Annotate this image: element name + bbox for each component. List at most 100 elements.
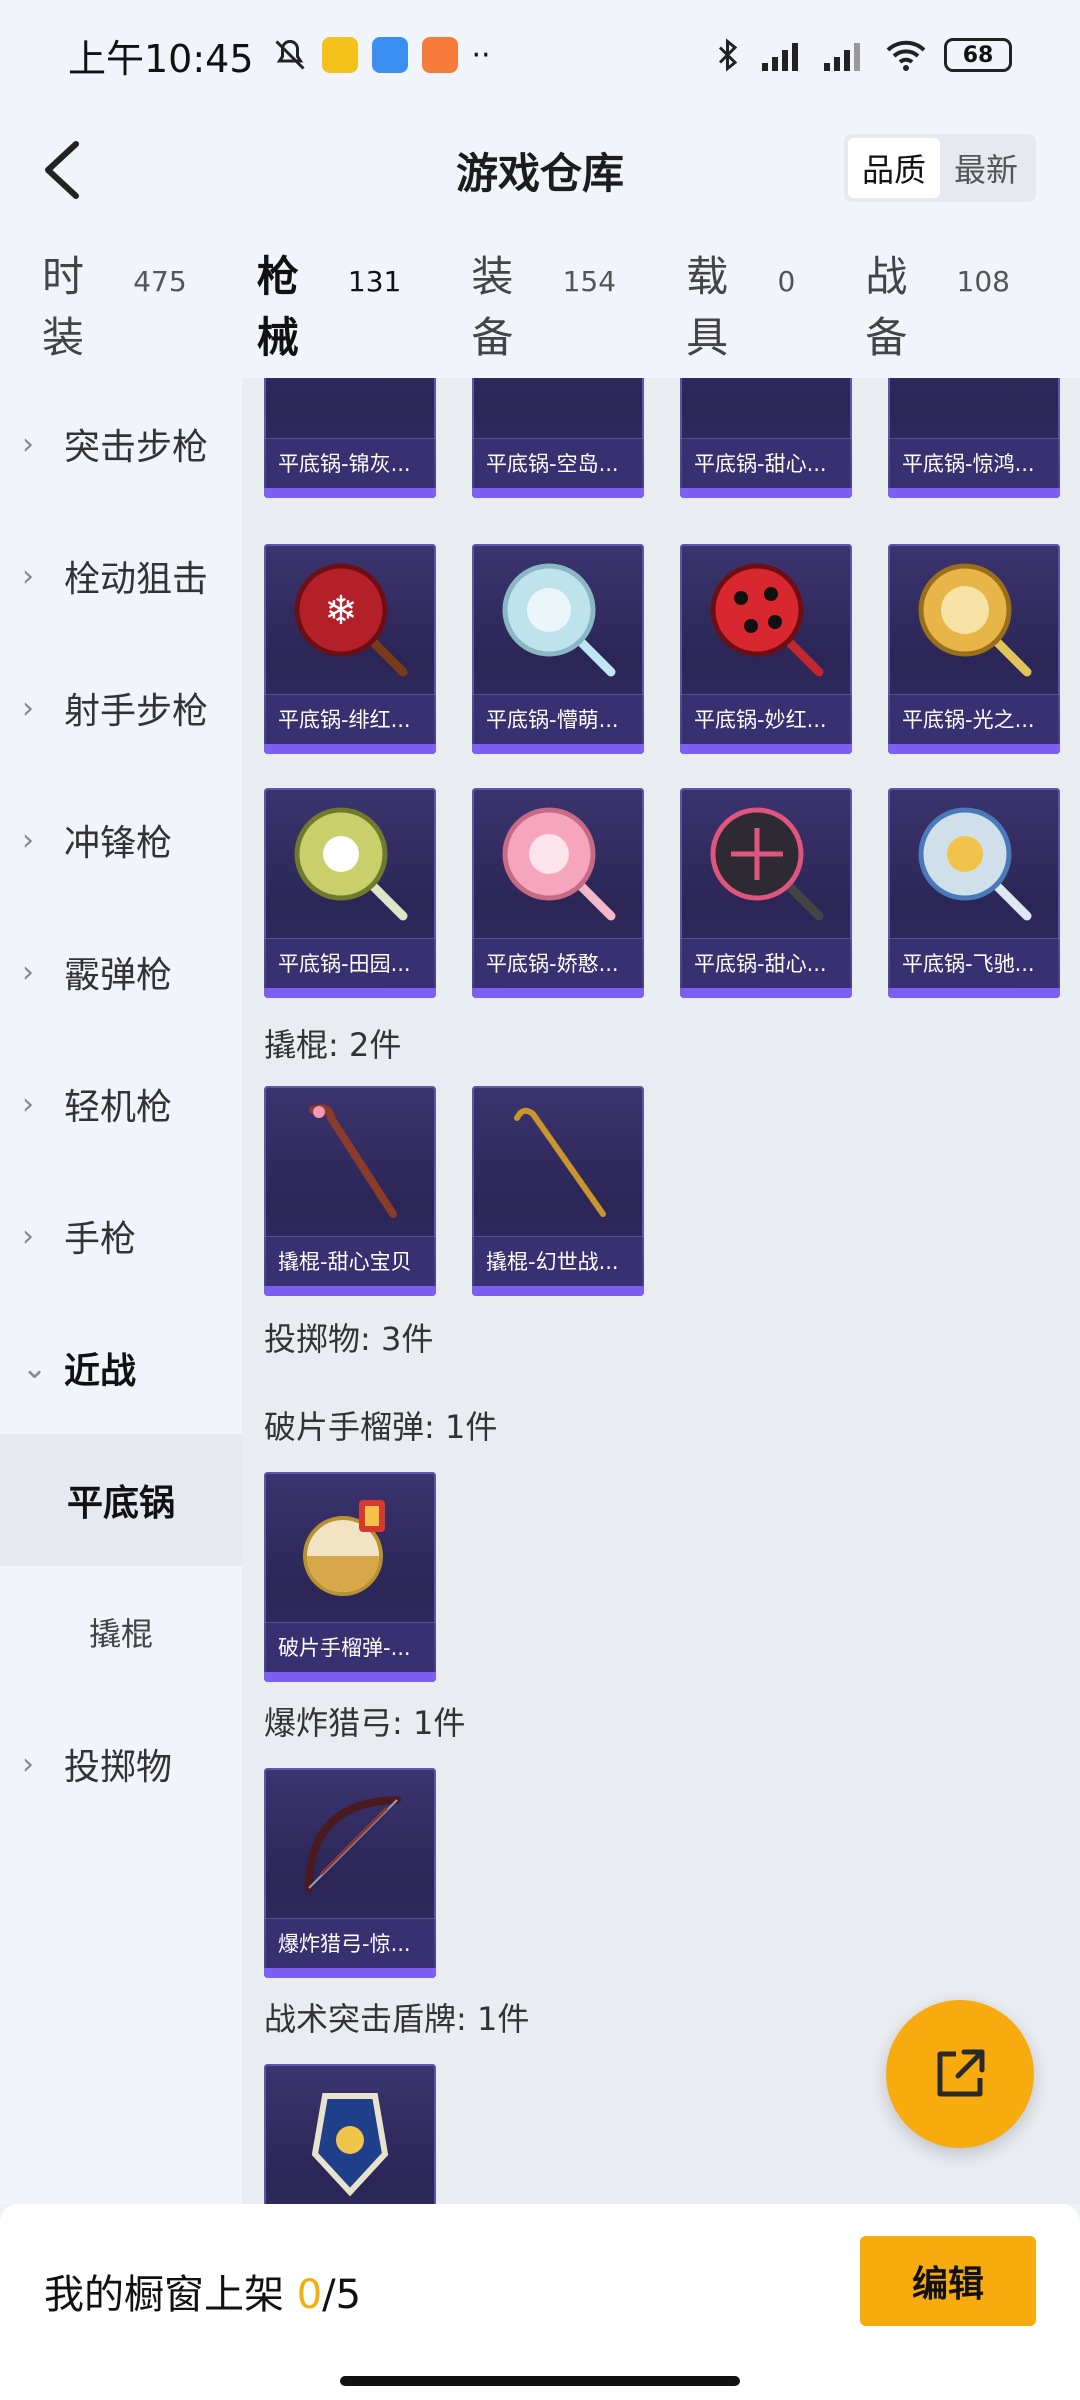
weapon-category-sidebar: › 突击步枪 › 栓动狙击 › 射手步枪 › 冲锋枪 › 霰弹枪 › 轻机枪 › 手枪 ⌄ 近战…	[0, 378, 242, 2204]
item-card[interactable]: 平底锅-甜心...	[680, 378, 852, 498]
sort-latest[interactable]: 最新	[940, 138, 1032, 198]
tab-count: 131	[347, 265, 402, 298]
section-heading-crowbar: 撬棍: 2件	[264, 1026, 402, 1064]
sidebar-item-label: 冲锋枪	[64, 823, 173, 864]
sidebar-item-marksman-rifle[interactable]: › 射手步枪	[0, 642, 242, 774]
sidebar-item-smg[interactable]: › 冲锋枪	[0, 774, 242, 906]
pan-icon	[264, 378, 436, 438]
back-button[interactable]	[24, 132, 100, 208]
item-card[interactable]: 撬棍-甜心宝贝	[264, 1086, 436, 1296]
showcase-total: /5	[322, 2272, 362, 2318]
tab-label: 枪械	[256, 252, 299, 362]
page-header: 游戏仓库 品质 最新	[0, 110, 1080, 230]
item-card[interactable]: 撬棍-幻世战...	[472, 1086, 644, 1296]
item-name: 平底锅-光之...	[888, 694, 1060, 744]
pan-icon	[888, 788, 1060, 938]
item-card[interactable]: 破片手榴弹-...	[264, 1472, 436, 1682]
pan-icon	[680, 788, 852, 938]
card-notification-icon	[371, 37, 408, 73]
sort-toggle: 品质 最新	[844, 134, 1036, 202]
showcase-label: 我的橱窗上架	[44, 2272, 284, 2318]
tab-supplies[interactable]: 战备 108	[865, 243, 1010, 365]
item-card[interactable]: 平底锅-甜心...	[680, 788, 852, 998]
chevron-right-icon: ›	[22, 1746, 34, 1782]
item-name: 破片手榴弹-...	[264, 1622, 436, 1672]
item-name: 平底锅-锦灰...	[264, 438, 436, 488]
status-time: 上午10:45	[68, 36, 254, 81]
sidebar-item-label: 射手步枪	[64, 691, 209, 732]
sidebar-item-throwables[interactable]: › 投掷物	[0, 1698, 242, 1830]
section-heading-frag-grenade: 破片手榴弹: 1件	[264, 1408, 498, 1446]
section-heading-assault-shield: 战术突击盾牌: 1件	[264, 2000, 530, 2038]
item-name: 平底锅-绯红...	[264, 694, 436, 744]
sidebar-item-melee[interactable]: ⌄ 近战	[0, 1302, 242, 1434]
item-card[interactable]: 平底锅-惊鸿...	[888, 378, 1060, 498]
share-external-icon	[937, 2049, 985, 2097]
item-card[interactable]: 平底锅-田园...	[264, 788, 436, 998]
item-card[interactable]: 爆炸猎弓-惊...	[264, 1768, 436, 1978]
item-card[interactable]: 平底锅-娇憨...	[472, 788, 644, 998]
item-card[interactable]: 平底锅-空岛...	[472, 378, 644, 498]
pan-icon	[680, 544, 852, 694]
wifi-icon	[886, 40, 926, 71]
battery-indicator: 68	[944, 38, 1012, 72]
share-button[interactable]	[886, 2000, 1034, 2148]
sidebar-item-assault-rifle[interactable]: › 突击步枪	[0, 378, 242, 510]
notification-icons: ··	[272, 37, 491, 73]
bow-icon	[264, 1768, 436, 1918]
more-notifications-icon: ··	[471, 37, 491, 73]
pan-icon	[888, 378, 1060, 438]
sidebar-item-label: 轻机枪	[64, 1087, 173, 1128]
sort-quality[interactable]: 品质	[848, 138, 940, 198]
sidebar-item-label: 投掷物	[64, 1747, 173, 1788]
edit-button[interactable]: 编辑	[860, 2236, 1036, 2326]
sidebar-item-pistol[interactable]: › 手枪	[0, 1170, 242, 1302]
item-card[interactable]: 平底锅-妙红...	[680, 544, 852, 754]
item-name: 撬棍-幻世战...	[472, 1236, 644, 1286]
pan-icon	[264, 788, 436, 938]
grenade-icon	[264, 1472, 436, 1622]
sidebar-item-label: 撬棍	[88, 1615, 153, 1653]
home-indicator[interactable]	[340, 2376, 740, 2386]
tab-fashion[interactable]: 时装 475	[42, 243, 187, 365]
item-name: 平底锅-甜心...	[680, 438, 852, 488]
signal-icon	[762, 43, 798, 71]
item-name: 平底锅-空岛...	[472, 438, 644, 488]
item-name: 平底锅-田园...	[264, 938, 436, 988]
showcase-current: 0	[296, 2272, 323, 2318]
shield-icon	[264, 2064, 436, 2204]
item-card[interactable]: 平底锅-懵萌...	[472, 544, 644, 754]
tab-guns[interactable]: 枪械 131	[256, 243, 402, 393]
sidebar-item-label: 栓动狙击	[64, 559, 209, 600]
item-name: 平底锅-惊鸿...	[888, 438, 1060, 488]
item-name: 平底锅-娇憨...	[472, 938, 644, 988]
tab-label: 载具	[686, 252, 729, 362]
sidebar-item-shotgun[interactable]: › 霰弹枪	[0, 906, 242, 1038]
chevron-right-icon: ›	[22, 1218, 34, 1254]
sidebar-subitem-pan[interactable]: 平底锅	[0, 1434, 242, 1566]
sidebar-item-label: 霰弹枪	[64, 955, 173, 996]
sidebar-subitem-crowbar[interactable]: 撬棍	[0, 1566, 242, 1698]
sidebar-item-lmg[interactable]: › 轻机枪	[0, 1038, 242, 1170]
tab-equipment[interactable]: 装备 154	[471, 243, 616, 365]
svg-text:❄: ❄	[324, 588, 358, 634]
sidebar-item-label: 平底锅	[66, 1483, 175, 1524]
sidebar-item-bolt-sniper[interactable]: › 栓动狙击	[0, 510, 242, 642]
item-name: 爆炸猎弓-惊...	[264, 1918, 436, 1968]
pan-icon: ❄	[264, 544, 436, 694]
chevron-right-icon: ›	[22, 426, 34, 462]
pan-icon	[472, 378, 644, 438]
tab-vehicles[interactable]: 载具 0	[686, 243, 795, 365]
chevron-left-icon	[45, 141, 79, 199]
tab-count: 0	[777, 265, 796, 298]
item-card[interactable]: 平底锅-飞驰...	[888, 788, 1060, 998]
pan-icon	[888, 544, 1060, 694]
item-card[interactable]	[264, 2064, 436, 2204]
item-card[interactable]: 平底锅-光之...	[888, 544, 1060, 754]
pan-icon	[472, 788, 644, 938]
pan-icon	[472, 544, 644, 694]
chevron-right-icon: ›	[22, 690, 34, 726]
item-card[interactable]: ❄ 平底锅-绯红...	[264, 544, 436, 754]
item-card[interactable]: 平底锅-锦灰...	[264, 378, 436, 498]
section-heading-throwables: 投掷物: 3件	[264, 1320, 434, 1358]
